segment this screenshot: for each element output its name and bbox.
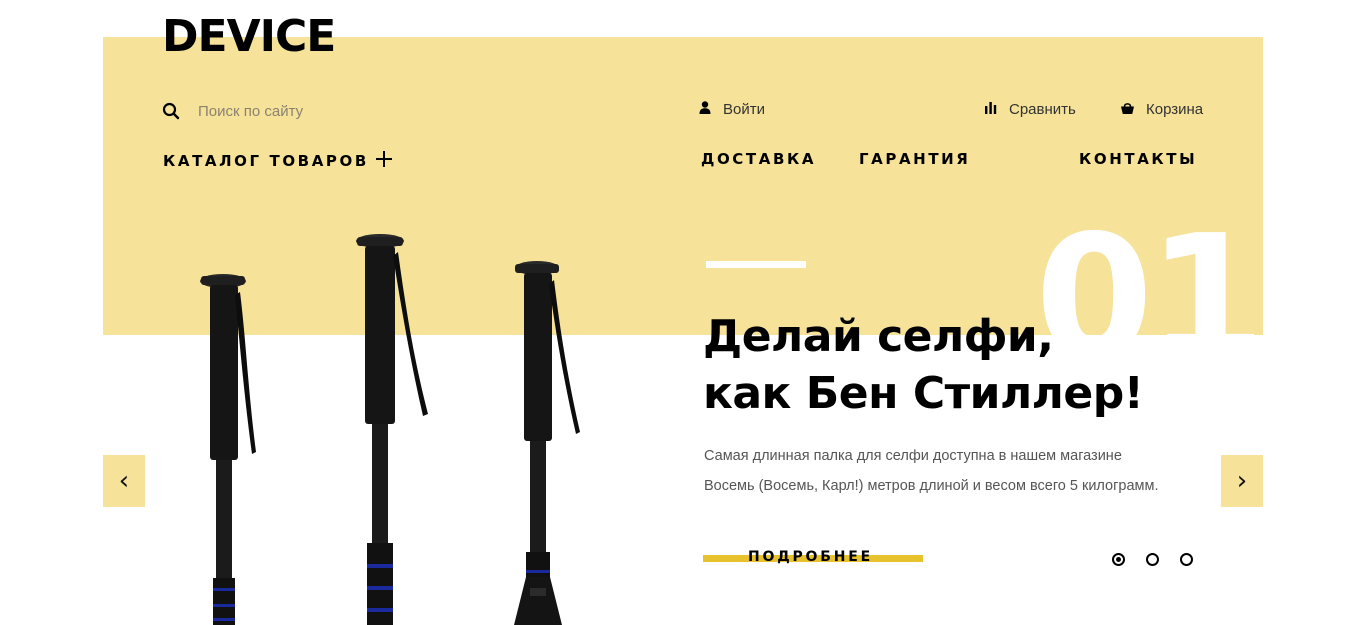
slider-prev-button[interactable]: ‹: [103, 455, 145, 507]
slide-description-line1: Самая длинная палка для селфи доступна в…: [704, 448, 1122, 464]
compare-label: Сравнить: [1009, 101, 1076, 118]
slider-dot-2[interactable]: [1146, 553, 1159, 566]
product-image: [180, 230, 600, 625]
nav-catalog-label: КАТАЛОГ ТОВАРОВ: [163, 152, 369, 170]
login-link[interactable]: Войти: [699, 101, 765, 118]
slide-description-line2: Восемь (Восемь, Карл!) метров длиной и в…: [704, 478, 1159, 494]
nav-warranty[interactable]: ГАРАНТИЯ: [859, 150, 970, 168]
cart-icon: [1121, 101, 1134, 118]
cart-link[interactable]: Корзина: [1121, 101, 1203, 118]
slider-dot-1[interactable]: [1112, 553, 1125, 566]
slide-description: Самая длинная палка для селфи доступна в…: [704, 441, 1159, 501]
monopod-center: [356, 234, 428, 625]
slider-next-button[interactable]: ›: [1221, 455, 1263, 507]
user-icon: [699, 101, 711, 118]
more-button-label: ПОДРОБНЕЕ: [748, 549, 873, 565]
plus-icon: [375, 150, 393, 172]
cart-label: Корзина: [1146, 101, 1204, 118]
slider-pagination: [1112, 553, 1214, 566]
more-button[interactable]: ПОДРОБНЕЕ: [703, 548, 923, 570]
logo[interactable]: DEVICE: [162, 12, 336, 62]
search-input[interactable]: [198, 102, 398, 120]
slider-dot-3[interactable]: [1180, 553, 1193, 566]
page: DEVICE Войти Сравнить: [0, 0, 1366, 625]
compare-icon: [985, 101, 997, 118]
slide-decoration-bar: [706, 261, 806, 268]
search-form: [162, 98, 398, 124]
slide-title-line1: Делай селфи,: [703, 311, 1054, 362]
search-icon[interactable]: [162, 102, 180, 120]
monopod-left: [200, 274, 256, 625]
slide-title: Делай селфи, как Бен Стиллер!: [703, 308, 1144, 422]
slide-title-line2: как Бен Стиллер!: [703, 368, 1144, 419]
nav-contacts[interactable]: КОНТАКТЫ: [1079, 150, 1197, 168]
nav-delivery[interactable]: ДОСТАВКА: [701, 150, 816, 168]
login-label: Войти: [723, 101, 765, 118]
monopod-right: [514, 261, 580, 625]
nav-catalog[interactable]: КАТАЛОГ ТОВАРОВ: [163, 150, 393, 172]
compare-link[interactable]: Сравнить: [985, 101, 1076, 118]
